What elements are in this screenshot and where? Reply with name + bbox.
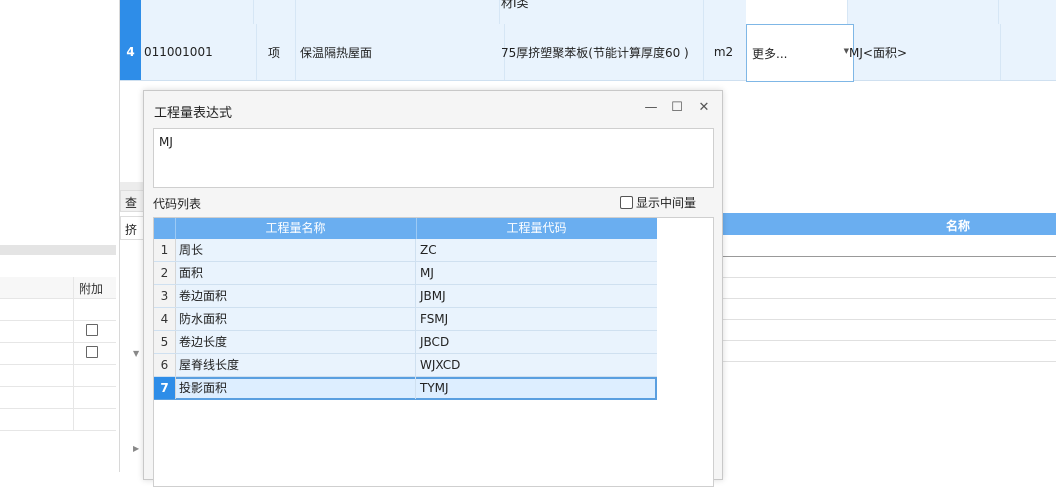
quantity-code-cell: ZC — [420, 243, 437, 257]
table-row — [0, 299, 116, 321]
show-intermediate-label: 显示中间量 — [636, 196, 697, 210]
quantity-name-cell: 防水面积 — [175, 308, 416, 330]
right-table-header: 名称 — [723, 213, 1056, 235]
quantity-code-header: 工程量代码 — [506, 221, 567, 235]
item-name-cell[interactable]: 保温隔热屋面 — [295, 24, 505, 80]
material-text: 材Ⅰ类 — [501, 0, 529, 10]
minimize-button[interactable]: — — [640, 97, 662, 119]
quantity-code-cell: MJ — [420, 266, 434, 280]
caret-right-icon: ▶ — [133, 444, 140, 453]
row-number: 4 — [154, 308, 176, 330]
table-row — [0, 365, 116, 387]
maximize-button[interactable]: ☐ — [666, 97, 688, 119]
row-number: 7 — [154, 377, 176, 399]
row-number: 4 — [120, 24, 141, 80]
table-row[interactable]: 2 面积 MJ — [154, 262, 657, 285]
quantity-code-cell: JBCD — [420, 335, 450, 349]
row-number: 6 — [154, 354, 176, 376]
addon-checkbox[interactable] — [86, 324, 98, 336]
table-row[interactable]: 5 卷边长度 JBCD — [154, 331, 657, 354]
quantity-name-cell: 周长 — [175, 239, 416, 261]
table-row — [0, 387, 116, 409]
left-splitter[interactable] — [0, 245, 116, 255]
tab-extrude[interactable]: 挤 — [120, 216, 144, 240]
code-table-header: 工程量名称 工程量代码 — [154, 218, 657, 239]
table-row[interactable]: 1 周长 ZC — [154, 239, 657, 262]
item-expression-cell[interactable]: MJ<面积> — [847, 24, 1001, 80]
quantity-expression-dialog: 工程量表达式 — ☐ ✕ MJ 代码列表 显示中间量 工程量名称 工程量代码 1… — [143, 90, 723, 487]
name-column-header: 名称 — [946, 219, 971, 233]
maximize-icon: ☐ — [671, 100, 683, 115]
close-button[interactable]: ✕ — [693, 97, 715, 119]
left-attribute-table: 附加 — [0, 277, 116, 431]
quantity-name-cell: 卷边长度 — [175, 331, 416, 353]
quantity-code-cell: TYMJ — [420, 381, 449, 395]
code-list-table: 工程量名称 工程量代码 1 周长 ZC 2 面积 MJ 3 卷边面积 JBMJ … — [153, 217, 714, 487]
quantity-code-cell: JBMJ — [420, 289, 446, 303]
table-row[interactable]: 3 卷边面积 JBMJ — [154, 285, 657, 308]
table-row[interactable]: 6 屋脊线长度 WJXCD — [154, 354, 657, 377]
table-row — [0, 321, 116, 343]
dialog-title: 工程量表达式 — [154, 106, 233, 121]
quantity-code-cell: WJXCD — [420, 358, 461, 372]
row-number — [120, 0, 141, 24]
close-icon: ✕ — [698, 100, 710, 115]
more-dropdown[interactable]: 更多... ▼ — [746, 24, 854, 82]
quantity-name-cell: 投影面积 — [175, 377, 416, 399]
row-number: 3 — [154, 285, 176, 307]
table-row[interactable]: 4 011001001 项 保温隔热屋面 75厚挤塑聚苯板(节能计算厚度60 )… — [120, 24, 1056, 82]
bill-items-grid: 材Ⅰ类 4 011001001 项 保温隔热屋面 75厚挤塑聚苯板(节能计算厚度… — [120, 0, 1056, 82]
row-number: 1 — [154, 239, 176, 261]
quantity-name-header: 工程量名称 — [175, 218, 417, 239]
row-number: 2 — [154, 262, 176, 284]
item-feature-cell[interactable]: 75厚挤塑聚苯板(节能计算厚度60 ) — [499, 24, 704, 80]
caret-down-icon: ▼ — [133, 349, 140, 358]
left-blank-area — [0, 0, 116, 245]
left-table-header: 附加 — [0, 277, 116, 299]
tab-query[interactable]: 查 — [120, 190, 144, 212]
more-dropdown-label: 更多... — [752, 46, 788, 61]
item-unit-cell[interactable]: m2 — [701, 24, 747, 80]
table-row[interactable]: 4 防水面积 FSMJ — [154, 308, 657, 331]
expression-input[interactable]: MJ — [153, 128, 714, 188]
show-intermediate-toggle[interactable]: 显示中间量 — [620, 194, 696, 211]
code-list-label: 代码列表 — [153, 197, 202, 211]
row-number: 5 — [154, 331, 176, 353]
table-row — [0, 343, 116, 365]
table-row-selected[interactable]: 7 投影面积 TYMJ — [154, 377, 657, 400]
show-intermediate-checkbox[interactable] — [620, 196, 633, 209]
quantity-name-cell: 卷边面积 — [175, 285, 416, 307]
table-row[interactable]: 材Ⅰ类 — [120, 0, 1056, 25]
table-row — [0, 409, 116, 431]
quantity-name-cell: 面积 — [175, 262, 416, 284]
item-code-cell[interactable]: 011001001 — [141, 24, 257, 80]
addon-checkbox[interactable] — [86, 346, 98, 358]
quantity-code-cell: FSMJ — [420, 312, 449, 326]
item-type-cell[interactable]: 项 — [253, 24, 296, 80]
quantity-name-cell: 屋脊线长度 — [175, 354, 416, 376]
addon-column-header: 附加 — [79, 282, 104, 296]
minimize-icon: — — [644, 100, 658, 115]
